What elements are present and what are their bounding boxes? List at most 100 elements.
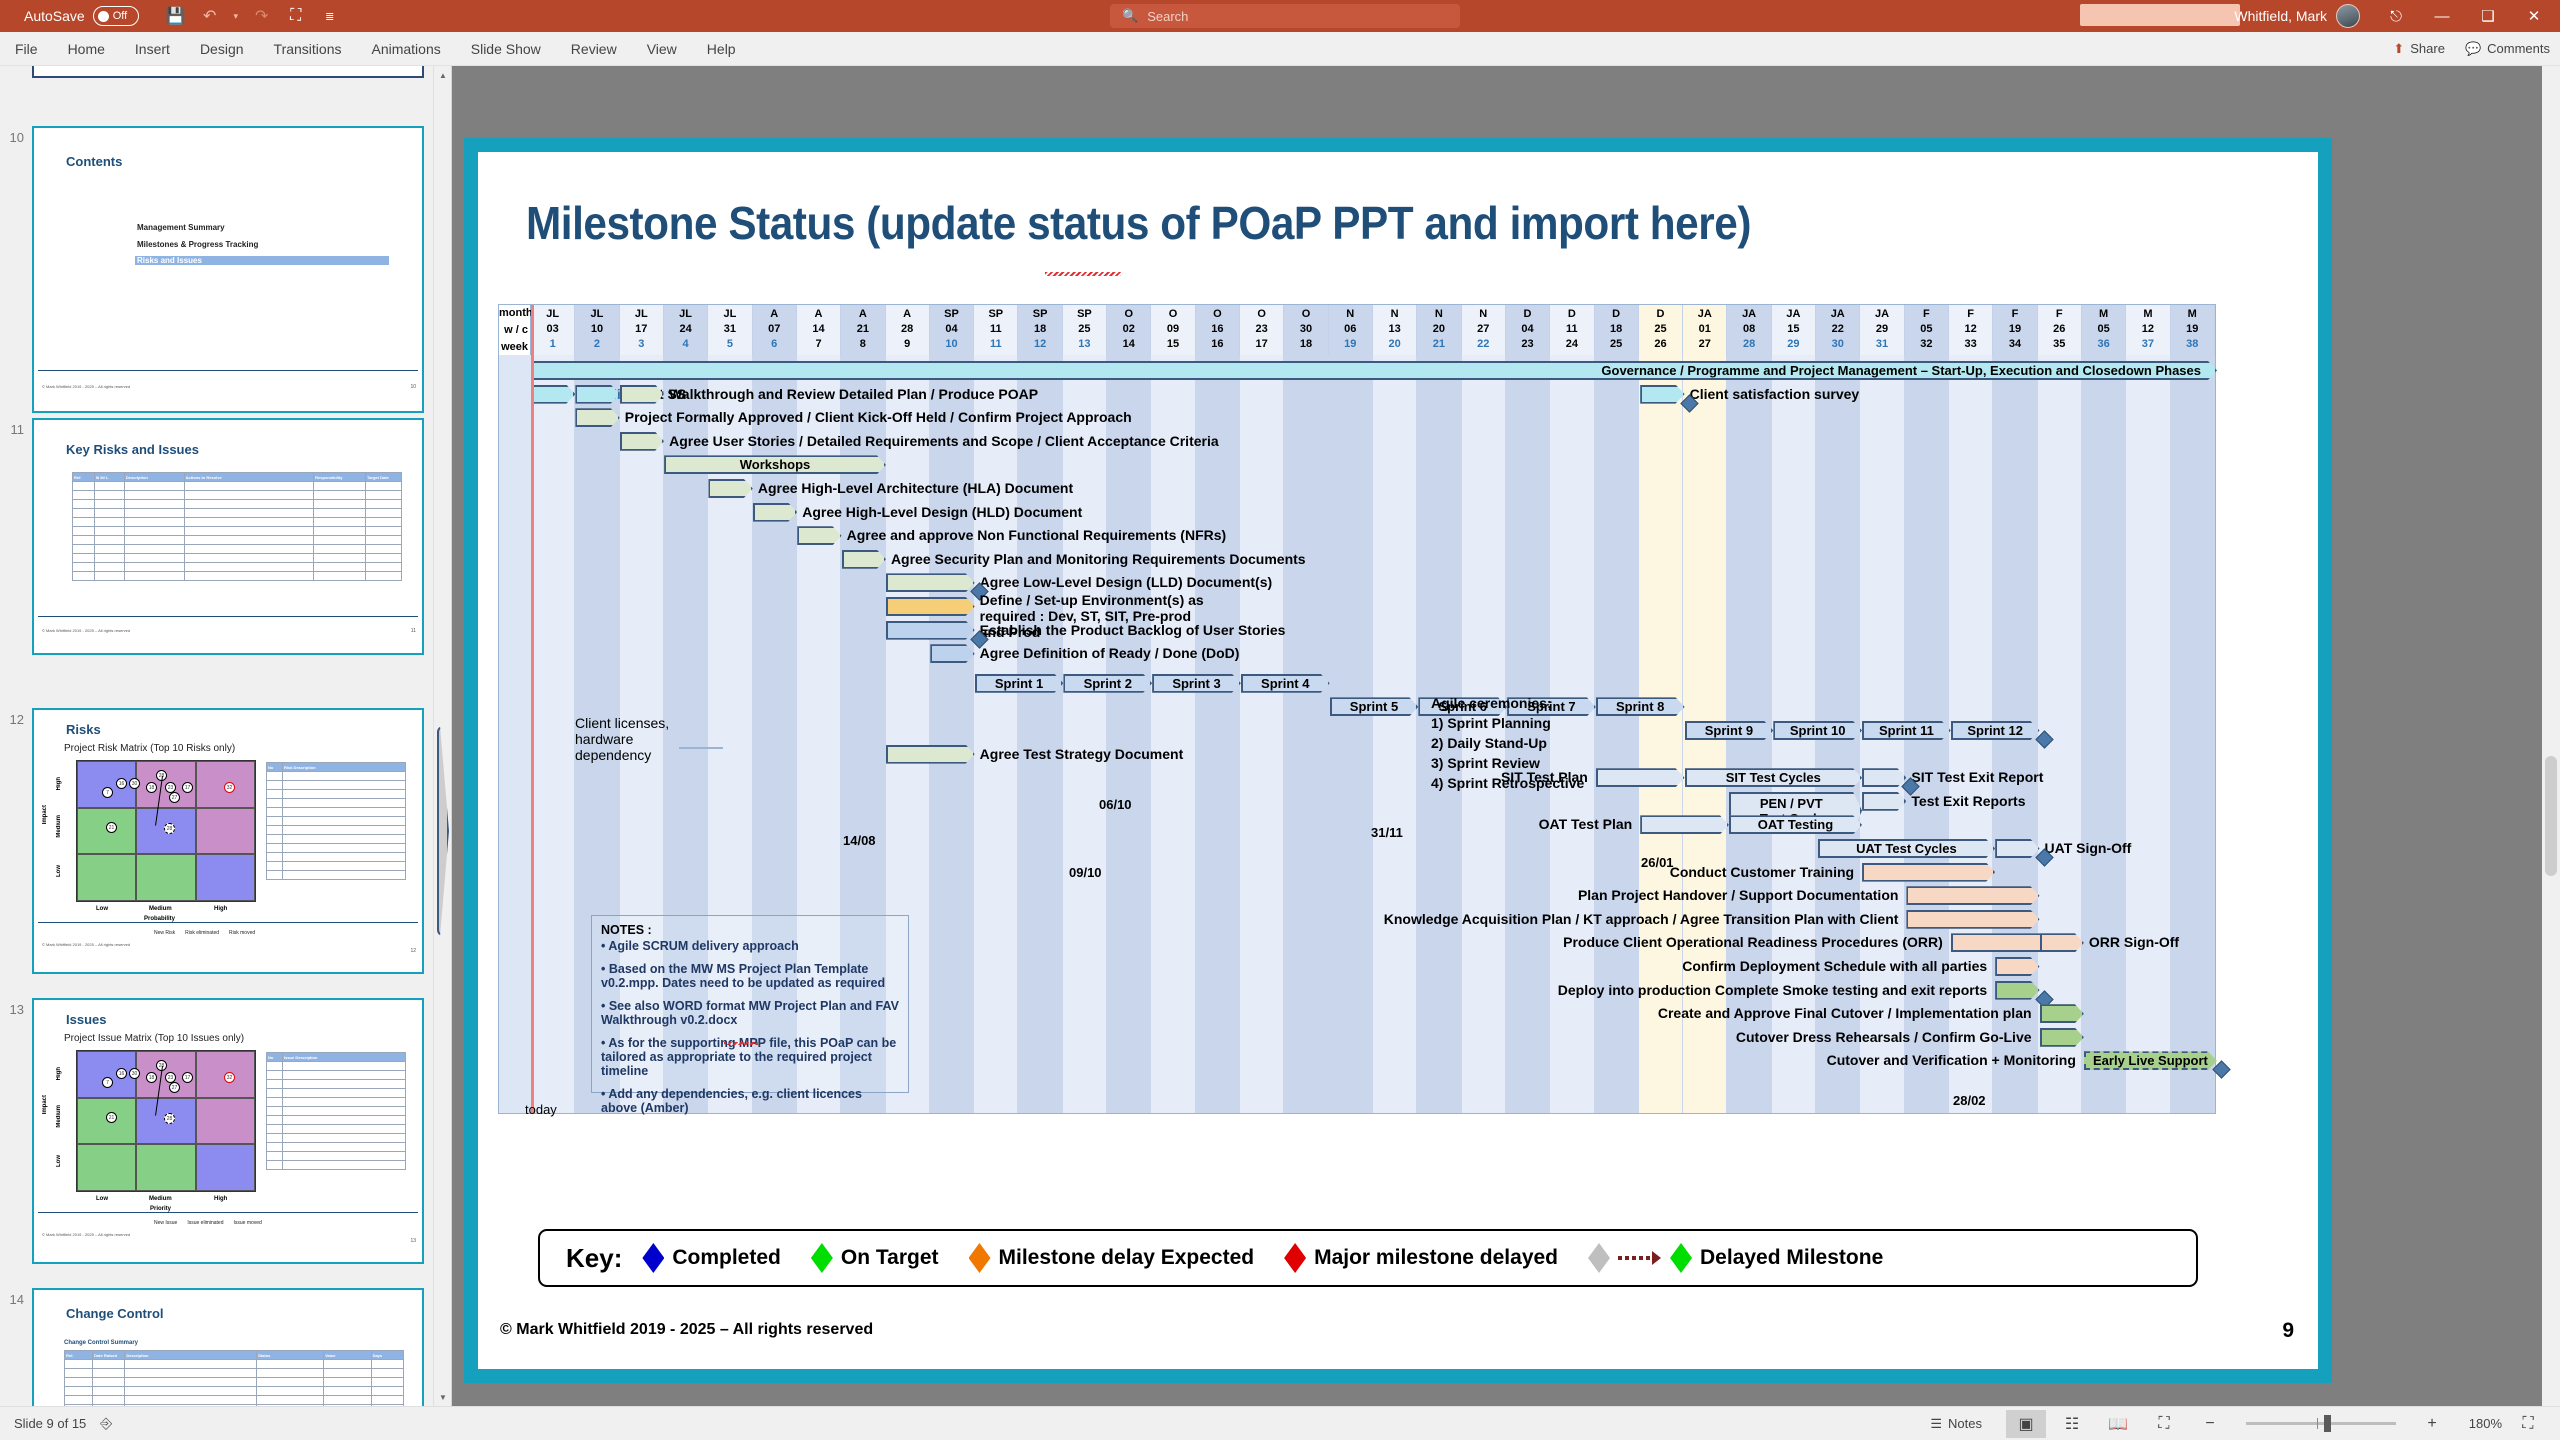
thumbnail-scrollbar-thumb[interactable] [437,726,449,936]
gantt-bar[interactable]: Sprint 8 [1596,697,1685,716]
gantt-bar[interactable] [1862,863,1995,882]
thumbnail-slide-13[interactable]: Issues Project Issue Matrix (Top 10 Issu… [32,998,424,1264]
gantt-bar[interactable]: Sprint 9 [1685,721,1774,740]
gantt-bar[interactable]: SIT Test Cycles [1685,768,1862,787]
tab-insert[interactable]: Insert [120,32,185,66]
gantt-bar[interactable] [886,597,975,616]
thumbnail-scrollbar[interactable]: ▲ ▼ [433,66,451,1406]
account-button[interactable]: Whitfield, Mark [2234,4,2360,28]
normal-view-button[interactable]: ▣ [2006,1409,2046,1438]
gantt-bar[interactable] [1906,886,2039,905]
page-title[interactable]: Milestone Status (update status of POaP … [526,196,1751,250]
zoom-slider[interactable] [2246,1415,2396,1432]
gantt-bar[interactable] [1906,910,2039,929]
thumbnail-slide-9-partial[interactable] [32,66,424,78]
scroll-down-icon[interactable]: ▼ [434,1388,451,1406]
save-icon[interactable]: 💾 [161,3,191,29]
gantt-bar[interactable] [1596,768,1685,787]
gantt-bar[interactable]: Sprint 3 [1152,674,1241,693]
close-button[interactable]: ✕ [2512,0,2556,32]
slide-canvas-pane[interactable]: Milestone Status (update status of POaP … [452,66,2560,1406]
tab-help[interactable]: Help [692,32,751,66]
gantt-chart[interactable]: month w / c week JL 03 1 JL 10 2 JL 17 3 JL 24 4 JL 3… [498,304,2231,1117]
thumbnail-row-12[interactable]: 12 Risks Project Risk Matrix (Top 10 Ris… [0,704,430,978]
gantt-bar[interactable] [2040,933,2084,952]
notes-box[interactable]: NOTES : • Agile SCRUM delivery approach … [591,915,909,1115]
tab-view[interactable]: View [632,32,692,66]
scroll-up-icon[interactable]: ▲ [434,66,451,84]
tab-review[interactable]: Review [556,32,632,66]
gantt-bar[interactable] [886,573,975,592]
gantt-bar[interactable]: OAT Testing [1729,815,1862,834]
gantt-bar[interactable]: Sprint 1 [975,674,1064,693]
gantt-bar[interactable] [1640,385,1684,404]
tab-slide-show[interactable]: Slide Show [456,32,556,66]
gantt-bar[interactable] [531,385,575,404]
gantt-bar[interactable] [842,550,886,569]
thumbnail-slide-11[interactable]: Key Risks and Issues Ref. III M/ L Descr… [32,418,424,655]
gantt-bar[interactable] [886,745,975,764]
canvas-scrollbar[interactable] [2542,66,2560,1406]
canvas-scrollbar-thumb[interactable] [2545,756,2557,876]
gantt-bar[interactable]: Sprint 5 [1330,697,1419,716]
fit-to-window-icon[interactable]: ⛶ [2508,1410,2548,1438]
gantt-bar[interactable] [1862,768,1906,787]
thumbnail-slide-10[interactable]: Contents Management Summary Milestones &… [32,126,424,413]
thumbnail-row-13[interactable]: 13 Issues Project Issue Matrix (Top 10 I… [0,994,430,1268]
avatar[interactable] [2336,4,2360,28]
tab-transitions[interactable]: Transitions [259,32,357,66]
thumbnail-slide-14[interactable]: Change Control Change Control Summary Re… [32,1288,424,1406]
gantt-bar[interactable] [1995,981,2039,1000]
reading-view-button[interactable]: 📖 [2098,1410,2138,1438]
slide-show-view-button[interactable]: ⛶ [2144,1410,2184,1438]
zoom-slider-thumb[interactable] [2324,1415,2331,1432]
gantt-bar[interactable] [1640,815,1729,834]
gantt-bar[interactable] [1995,839,2039,858]
gantt-bar[interactable] [2040,1004,2084,1023]
slide-sorter-view-button[interactable]: ☷ [2052,1410,2092,1438]
zoom-in-button[interactable]: + [2412,1410,2452,1438]
gantt-bar[interactable] [620,432,664,451]
tab-design[interactable]: Design [185,32,259,66]
thumbnail-row-11[interactable]: 11 Key Risks and Issues Ref. III M/ L De… [0,414,430,659]
gantt-bar[interactable] [575,408,619,427]
gantt-bar[interactable]: Sprint 10 [1773,721,1862,740]
thumbnail-slide-12[interactable]: Risks Project Risk Matrix (Top 10 Risks … [32,708,424,974]
accessibility-icon[interactable]: ⎆ [100,1415,112,1432]
ribbon-display-options-icon[interactable]: ⎋ [2374,0,2418,32]
gantt-bar[interactable] [1862,792,1906,811]
share-button[interactable]: ⬆ Share [2393,41,2445,57]
gantt-bar[interactable] [753,503,797,522]
customize-qat-icon[interactable]: ≣ [315,3,345,29]
slide-counter[interactable]: Slide 9 of 15 [14,1416,86,1431]
gantt-bar[interactable]: Sprint 4 [1241,674,1330,693]
gantt-bar[interactable] [797,526,841,545]
gantt-bar[interactable] [930,644,974,663]
gantt-bar[interactable]: Sprint 12 [1951,721,2040,740]
gantt-bar[interactable] [620,385,664,404]
gantt-bar[interactable] [575,385,619,404]
thumbnail-row-10[interactable]: 10 Contents Management Summary Milestone… [0,122,430,417]
restore-button[interactable]: ❑ [2466,0,2510,32]
gantt-bar[interactable]: Early Live Support [2084,1051,2217,1070]
tab-animations[interactable]: Animations [356,32,455,66]
gantt-bar[interactable]: UAT Test Cycles [1818,839,1995,858]
thumbnail-row-14[interactable]: 14 Change Control Change Control Summary… [0,1284,430,1406]
gantt-bar[interactable]: Governance / Programme and Project Manag… [531,361,2217,380]
tab-home[interactable]: Home [53,32,120,66]
undo-icon[interactable]: ↶ [195,3,225,29]
gantt-bar[interactable] [1995,957,2039,976]
tab-file[interactable]: File [0,32,53,66]
zoom-out-button[interactable]: − [2190,1410,2230,1438]
comments-button[interactable]: 💬 Comments [2465,41,2550,57]
current-slide[interactable]: Milestone Status (update status of POaP … [464,138,2332,1383]
undo-dropdown-icon[interactable]: ▾ [229,3,243,29]
gantt-bar[interactable] [708,479,752,498]
autosave-toggle[interactable]: Off [92,6,139,26]
gantt-bar[interactable]: Workshops [664,455,886,474]
slide-thumbnail-pane[interactable]: 10 Contents Management Summary Milestone… [0,66,452,1406]
gantt-bar[interactable] [886,621,975,640]
gantt-bar[interactable] [2040,1028,2084,1047]
search-input[interactable]: 🔍 Search [1110,4,1460,28]
gantt-bar[interactable]: Sprint 11 [1862,721,1951,740]
